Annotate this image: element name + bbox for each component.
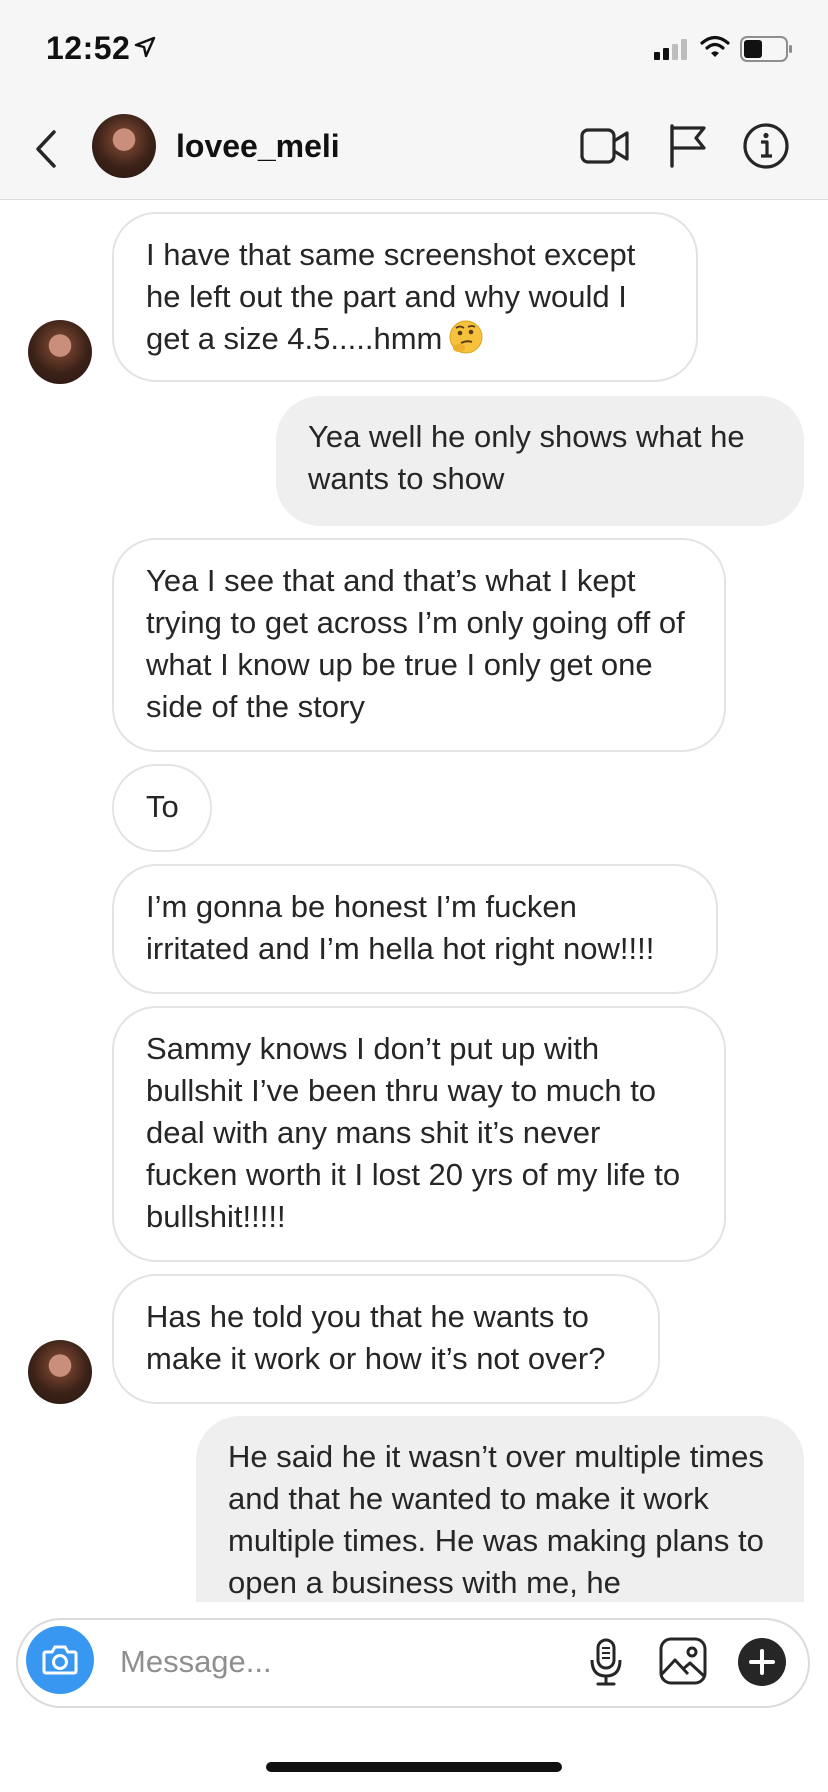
cellular-signal-icon bbox=[654, 38, 690, 65]
home-indicator[interactable] bbox=[266, 1762, 562, 1772]
avatar[interactable] bbox=[28, 1340, 92, 1404]
location-arrow-icon bbox=[134, 36, 156, 63]
message-bubble-incoming[interactable]: I have that same screenshot except he le… bbox=[112, 212, 698, 382]
plus-icon[interactable] bbox=[738, 1638, 786, 1686]
battery-icon bbox=[740, 36, 794, 67]
conversation-username[interactable]: lovee_meli bbox=[176, 128, 340, 165]
message-input[interactable] bbox=[118, 1636, 502, 1688]
message-bubble-incoming[interactable]: Has he told you that he wants to make it… bbox=[112, 1274, 660, 1404]
flag-icon[interactable] bbox=[668, 122, 708, 175]
avatar[interactable] bbox=[92, 114, 156, 178]
message-bubble-incoming[interactable]: Sammy knows I don’t put up with bullshit… bbox=[112, 1006, 726, 1262]
chevron-left-icon[interactable] bbox=[28, 124, 68, 174]
image-gallery-icon[interactable] bbox=[658, 1636, 708, 1691]
message-thread[interactable]: I have that same screenshot except he le… bbox=[0, 200, 828, 1602]
message-bubble-incoming[interactable]: To bbox=[112, 764, 212, 852]
message-bubble-incoming[interactable]: Yea I see that and that’s what I kept tr… bbox=[112, 538, 726, 752]
camera-icon[interactable] bbox=[26, 1626, 94, 1694]
message-bubble-incoming[interactable]: I’m gonna be honest I’m fucken irritated… bbox=[112, 864, 718, 994]
message-text: Yea I see that and that’s what I kept tr… bbox=[146, 563, 685, 724]
message-composer bbox=[16, 1618, 810, 1708]
thinking-face-icon bbox=[448, 319, 484, 355]
video-camera-icon[interactable] bbox=[580, 126, 630, 171]
message-text: He said he it wasn’t over multiple times… bbox=[228, 1439, 764, 1600]
status-bar: 12:52 bbox=[0, 0, 828, 100]
message-bubble-outgoing[interactable]: Yea well he only shows what he wants to … bbox=[276, 396, 804, 526]
message-text: Yea well he only shows what he wants to … bbox=[308, 419, 745, 496]
message-text: Has he told you that he wants to make it… bbox=[146, 1299, 606, 1376]
message-text: I’m gonna be honest I’m fucken irritated… bbox=[146, 889, 655, 966]
info-icon[interactable] bbox=[742, 122, 790, 175]
message-bubble-outgoing[interactable]: He said he it wasn’t over multiple times… bbox=[196, 1416, 804, 1602]
status-time: 12:52 bbox=[46, 30, 131, 66]
message-text: I have that same screenshot except he le… bbox=[146, 237, 636, 356]
wifi-icon bbox=[700, 35, 730, 64]
conversation-header: lovee_meli bbox=[0, 100, 828, 200]
message-text: To bbox=[146, 789, 179, 824]
message-text: Sammy knows I don’t put up with bullshit… bbox=[146, 1031, 681, 1234]
avatar[interactable] bbox=[28, 320, 92, 384]
microphone-icon[interactable] bbox=[588, 1638, 624, 1693]
dm-screen: 12:52 lovee_meli I have that same screen… bbox=[0, 0, 828, 1792]
